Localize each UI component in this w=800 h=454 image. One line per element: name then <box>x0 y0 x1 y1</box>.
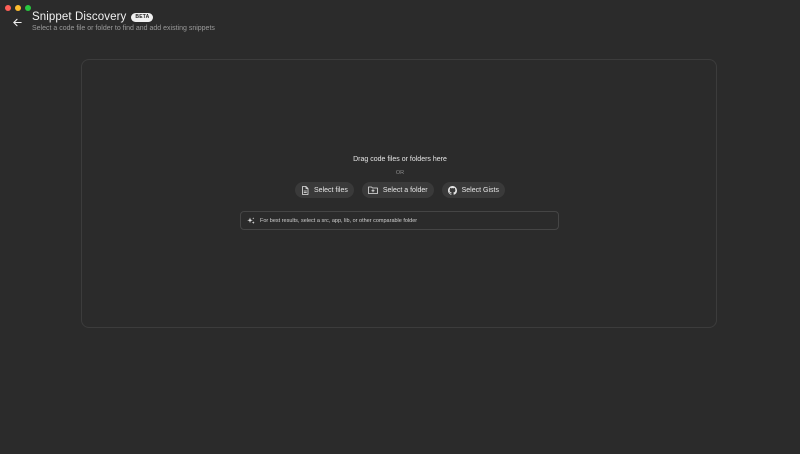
page-header: Snippet Discovery BETA Select a code fil… <box>32 11 215 32</box>
github-icon <box>447 185 457 195</box>
select-files-button[interactable]: Select files <box>295 182 354 198</box>
close-window-button[interactable] <box>5 5 11 11</box>
zoom-window-button[interactable] <box>25 5 31 11</box>
arrow-left-icon <box>12 18 22 26</box>
sparkle-icon <box>247 216 255 224</box>
page-subtitle: Select a code file or folder to find and… <box>32 25 215 32</box>
select-gists-label: Select Gists <box>461 186 499 194</box>
or-separator: OR <box>395 170 405 176</box>
title-row: Snippet Discovery BETA <box>32 11 215 23</box>
file-icon <box>302 185 309 195</box>
tip-text: For best results, select a src, app, lib… <box>260 217 418 224</box>
select-folder-label: Select a folder <box>382 186 428 194</box>
beta-badge: BETA <box>131 12 154 22</box>
back-button[interactable] <box>9 14 25 30</box>
page-title: Snippet Discovery <box>32 11 127 23</box>
window-controls <box>5 5 31 11</box>
app-window: Snippet Discovery BETA Select a code fil… <box>0 0 800 454</box>
select-gists-button[interactable]: Select Gists <box>441 182 505 198</box>
folder-icon <box>367 186 378 194</box>
tip-banner: For best results, select a src, app, lib… <box>240 211 559 230</box>
select-files-label: Select files <box>314 186 348 194</box>
select-folder-button[interactable]: Select a folder <box>361 182 434 198</box>
select-buttons: Select files Select a folder Select Gist… <box>0 182 800 198</box>
minimize-window-button[interactable] <box>15 5 21 11</box>
drag-instruction: Drag code files or folders here <box>353 156 447 163</box>
